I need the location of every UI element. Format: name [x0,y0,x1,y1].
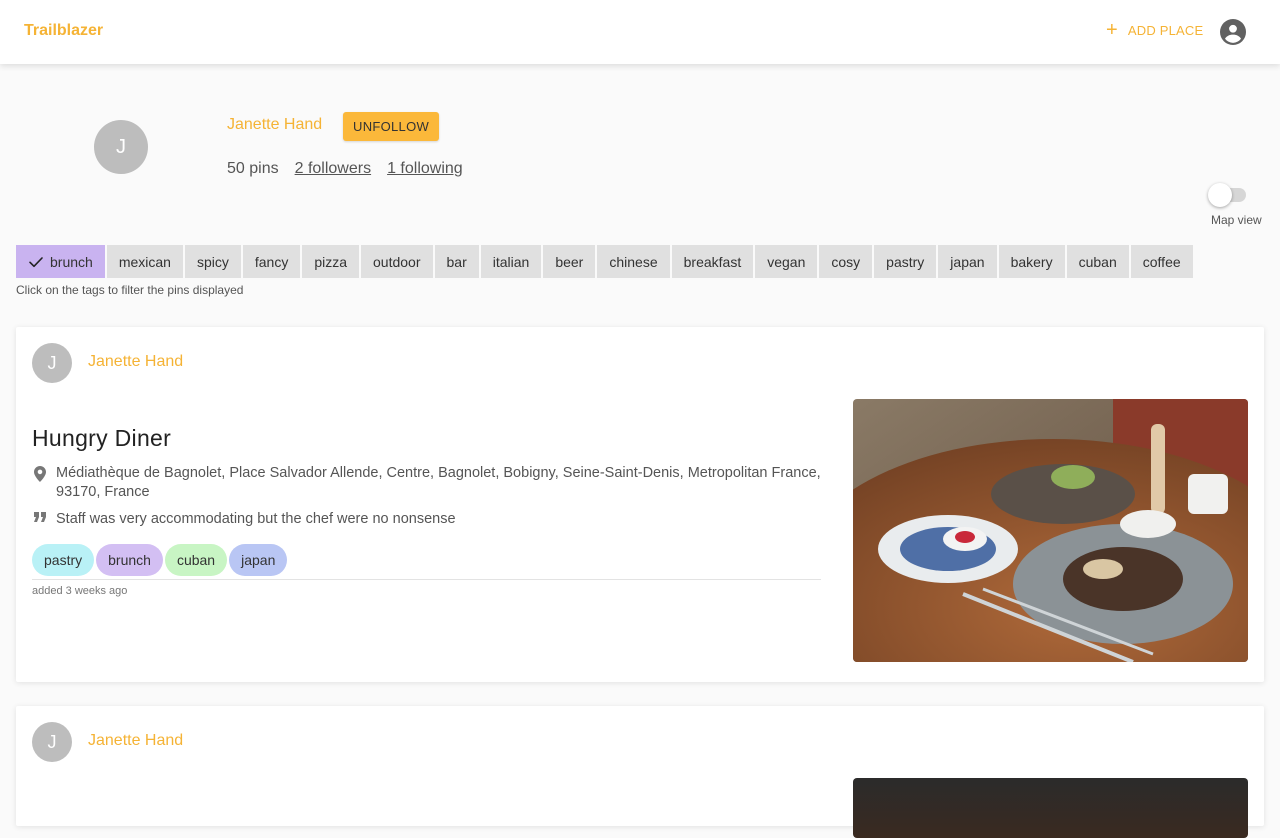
location-pin-icon [32,464,48,502]
app-bar: Trailblazer + ADD PLACE [0,0,1280,64]
pin-author[interactable]: Janette Hand [88,732,183,750]
tag-filter-pastry[interactable]: pastry [874,245,937,278]
tag-label: fancy [254,253,289,270]
tag-label: vegan [767,253,806,270]
tag-filter-coffee[interactable]: coffee [1130,245,1193,278]
tag-filter-outdoor[interactable]: outdoor [361,245,433,278]
profile-stats: 50 pins 2 followers 1 following [227,160,463,178]
tag-filter-beer[interactable]: beer [543,245,596,278]
tag-filter-mexican[interactable]: mexican [106,245,183,278]
pin-photo[interactable] [853,778,1248,838]
pin-tag-list: pastry brunch cuban japan [32,544,288,576]
tag-filter-chinese[interactable]: chinese [597,245,670,278]
tag-label: beer [555,253,584,270]
add-place-button[interactable]: + ADD PLACE [1106,19,1204,41]
followers-link[interactable]: 2 followers [295,160,371,178]
account-circle-icon[interactable] [1220,19,1246,45]
pin-photo[interactable] [853,399,1248,662]
tag-filter-pizza[interactable]: pizza [302,245,360,278]
plus-icon: + [1106,19,1118,41]
profile-avatar: J [94,120,148,174]
user-avatar[interactable]: J [32,722,72,762]
pin-tag-brunch[interactable]: brunch [96,544,163,576]
pin-address-row: Médiathèque de Bagnolet, Place Salvador … [32,464,822,502]
tag-filter-breakfast[interactable]: breakfast [671,245,754,278]
profile-name: Janette Hand [227,116,323,133]
tag-filter-cosy[interactable]: cosy [819,245,873,278]
tag-label: spicy [196,253,229,270]
tag-filter-cuban[interactable]: cuban [1066,245,1129,278]
pin-tag-cuban[interactable]: cuban [164,544,228,576]
pins-count: 50 pins [227,160,279,177]
pin-card: J Janette Hand Hungry Diner Médiathèque … [16,327,1264,682]
tag-label: bakery [1010,253,1053,270]
tag-label: mexican [118,253,171,270]
tag-label: chinese [609,253,658,270]
tag-label: cosy [831,253,861,270]
tag-label: bar [446,253,467,270]
tag-label: outdoor [373,253,421,270]
tag-filter-bakery[interactable]: bakery [998,245,1065,278]
pin-tag-japan[interactable]: japan [229,544,288,576]
pin-review-row: Staff was very accommodating but the che… [32,510,456,529]
unfollow-button[interactable]: UNFOLLOW [343,112,440,141]
tag-filter-spicy[interactable]: spicy [184,245,241,278]
quote-icon [32,510,48,529]
tag-label: japan [950,253,985,270]
tag-label: breakfast [683,253,742,270]
check-icon [29,256,43,267]
following-link[interactable]: 1 following [387,160,463,178]
pin-tag-pastry[interactable]: pastry [32,544,95,576]
map-view-label: Map view [1211,213,1262,227]
pin-card: J Janette Hand [16,706,1264,838]
toggle-thumb [1208,183,1232,207]
pin-review: Staff was very accommodating but the che… [56,511,456,527]
brunch-photo-image [853,399,1248,662]
tag-label: cuban [1078,253,1117,270]
add-place-label: ADD PLACE [1127,22,1204,38]
tag-filter-fancy[interactable]: fancy [242,245,301,278]
map-view-toggle[interactable] [1208,182,1250,208]
tag-label: pizza [314,253,348,270]
tag-label: italian [492,253,530,270]
tag-filter-list: brunch mexican spicy fancy pizza outdoor bar it… [16,245,1193,278]
tag-filter-japan[interactable]: japan [938,245,997,278]
tag-filter-brunch[interactable]: brunch [16,245,105,278]
tag-label: coffee [1142,253,1181,270]
tag-filter-bar[interactable]: bar [434,245,479,278]
pin-title: Hungry Diner [32,425,172,451]
user-avatar[interactable]: J [32,343,72,383]
pin-added-date: added 3 weeks ago [32,585,128,597]
tags-hint: Click on the tags to filter the pins dis… [16,283,244,297]
pin-author[interactable]: Janette Hand [88,353,183,371]
tag-filter-vegan[interactable]: vegan [755,245,818,278]
pin-address: Médiathèque de Bagnolet, Place Salvador … [56,465,821,500]
card-divider [32,579,821,580]
tag-filter-italian[interactable]: italian [480,245,542,278]
tag-label: pastry [886,253,925,270]
tag-label: brunch [50,253,93,270]
app-brand[interactable]: Trailblazer [24,22,103,40]
